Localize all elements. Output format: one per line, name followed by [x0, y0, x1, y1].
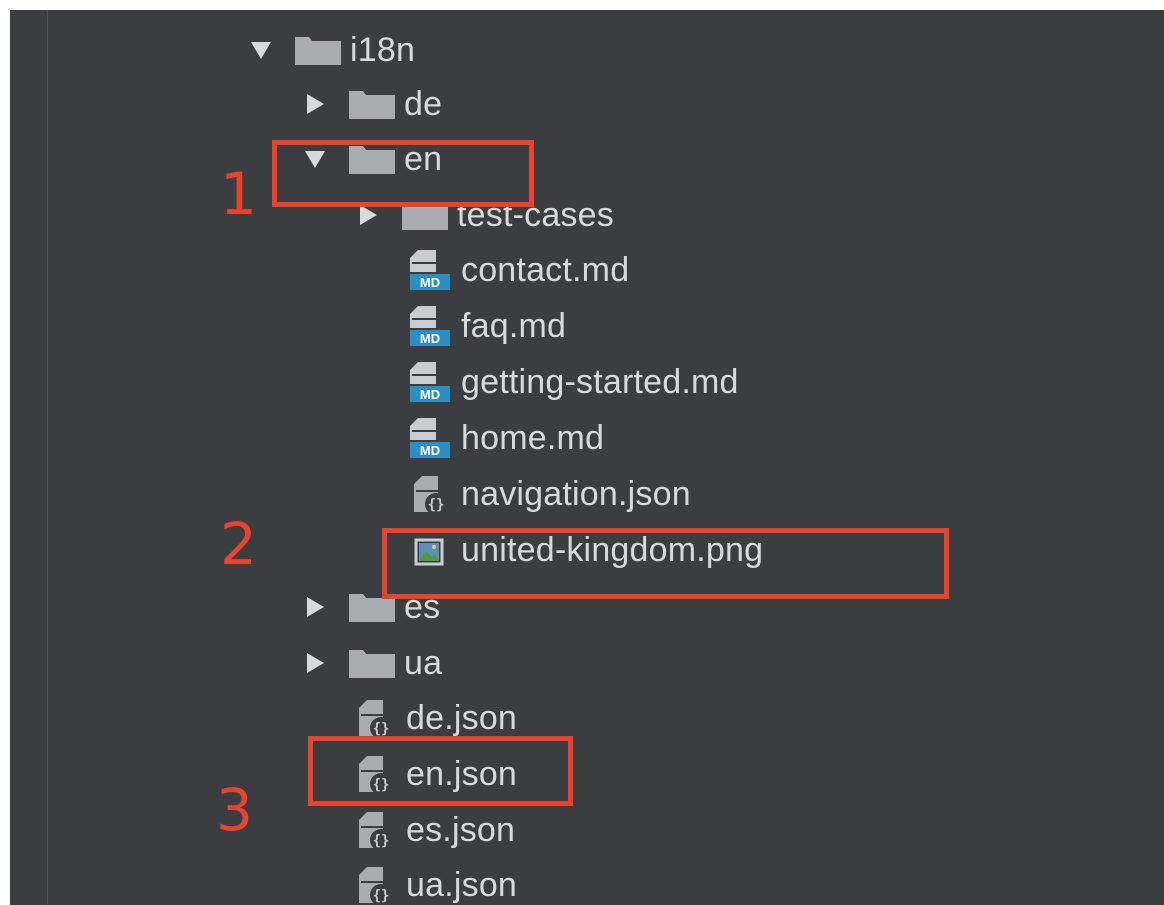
tree-row-de[interactable]: de	[302, 77, 442, 131]
folder-icon	[295, 35, 341, 65]
tree-item-label: de.json	[406, 698, 518, 737]
callout-box-3	[308, 736, 573, 806]
tree-row-home-md[interactable]: MD home.md	[408, 411, 604, 465]
tree-row-es-json[interactable]: {} es.json	[353, 803, 515, 857]
tree-row-contact-md[interactable]: MD contact.md	[408, 243, 629, 297]
json-file-icon: {}	[353, 863, 397, 905]
tree-row-ua-json[interactable]: {} ua.json	[353, 858, 517, 905]
tree-item-label: faq.md	[461, 306, 567, 345]
tree-item-label: navigation.json	[461, 474, 691, 513]
svg-text:{}: {}	[373, 888, 390, 904]
tree-item-label: getting-started.md	[461, 362, 739, 401]
markdown-file-icon: MD	[408, 248, 452, 292]
callout-box-1	[272, 140, 534, 207]
svg-text:MD: MD	[420, 331, 440, 346]
svg-text:MD: MD	[420, 443, 440, 458]
folder-icon	[349, 648, 395, 678]
tree-row-getting-started-md[interactable]: MD getting-started.md	[408, 355, 739, 409]
tree-item-label: contact.md	[461, 250, 630, 289]
tree-row-ua[interactable]: ua	[302, 636, 442, 690]
collapsed-arrow-icon[interactable]	[302, 91, 328, 117]
json-file-icon: {}	[408, 472, 452, 516]
collapsed-arrow-icon[interactable]	[302, 650, 328, 676]
callout-box-2	[382, 528, 949, 599]
svg-text:MD: MD	[420, 275, 440, 290]
tree-item-label: home.md	[461, 418, 605, 457]
tree-item-label: ua.json	[406, 865, 518, 904]
expanded-arrow-icon[interactable]	[248, 37, 274, 63]
callout-number-2: 2	[220, 510, 257, 578]
gutter-divider	[47, 10, 48, 905]
callout-number-1: 1	[220, 160, 257, 228]
svg-text:MD: MD	[420, 387, 440, 402]
folder-icon	[349, 89, 395, 119]
tree-row-faq-md[interactable]: MD faq.md	[408, 299, 566, 353]
callout-number-3: 3	[216, 776, 253, 844]
collapsed-arrow-icon[interactable]	[302, 594, 328, 620]
svg-text:{}: {}	[428, 497, 445, 513]
json-file-icon: {}	[353, 696, 397, 740]
json-file-icon: {}	[353, 808, 397, 852]
tree-item-label: i18n	[350, 30, 416, 69]
markdown-file-icon: MD	[408, 416, 452, 460]
svg-text:{}: {}	[373, 833, 390, 849]
tree-item-label: de	[404, 84, 443, 123]
tree-row-navigation-json[interactable]: {} navigation.json	[408, 467, 691, 521]
tree-row-i18n[interactable]: i18n	[248, 23, 415, 77]
tree-item-label: es.json	[406, 810, 516, 849]
project-tree-panel: i18n de en test-cases MD contact.md MD f…	[10, 10, 1164, 905]
markdown-file-icon: MD	[408, 360, 452, 404]
markdown-file-icon: MD	[408, 304, 452, 348]
svg-text:{}: {}	[373, 721, 390, 737]
tree-item-label: ua	[404, 643, 443, 682]
